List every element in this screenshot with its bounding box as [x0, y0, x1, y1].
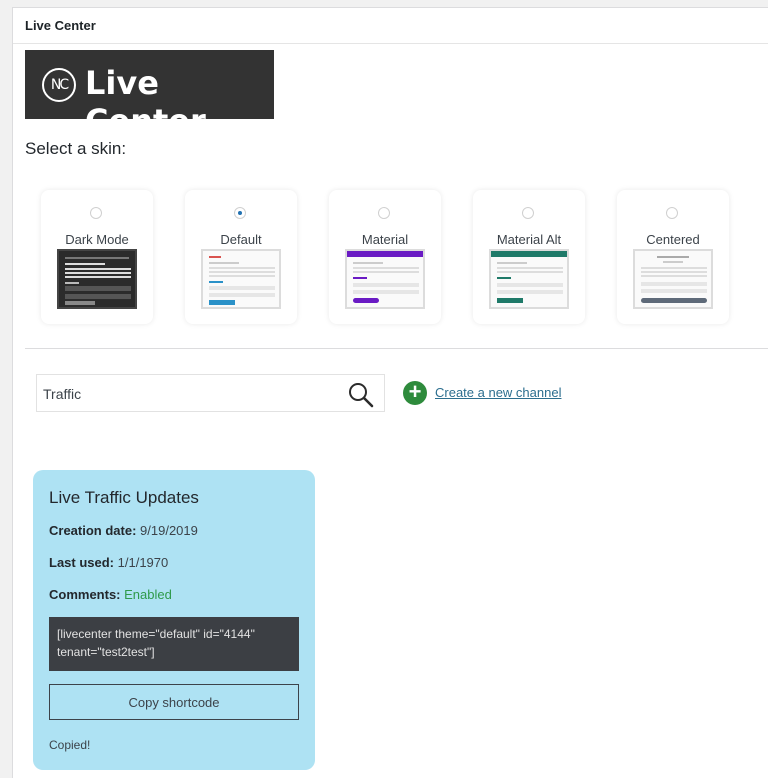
panel-title: Live Center — [25, 18, 96, 33]
copied-message: Copied! — [49, 738, 91, 752]
skin-radio-material[interactable] — [378, 207, 390, 219]
skin-radio-material-alt[interactable] — [522, 207, 534, 219]
search-icon[interactable] — [348, 382, 374, 408]
skin-card-dark-mode[interactable]: Dark Mode — [41, 190, 153, 324]
copy-shortcode-button[interactable]: Copy shortcode — [49, 684, 299, 720]
skin-radio-centered[interactable] — [666, 207, 678, 219]
dark-mode-thumbnail — [57, 249, 137, 309]
comments-row: Comments: Enabled — [49, 587, 172, 602]
default-thumbnail — [201, 249, 281, 309]
skin-label-centered: Centered — [646, 232, 700, 247]
panel-header: Live Center — [13, 8, 768, 44]
skin-label-material: Material — [361, 232, 409, 247]
shortcode-box[interactable]: [livecenter theme="default" id="4144" te… — [49, 617, 299, 671]
skin-heading: Select a skin: — [25, 139, 127, 158]
live-center-panel: Live Center NC Live Center Select a skin… — [12, 7, 768, 778]
material-thumbnail — [345, 249, 425, 309]
search-value: Traffic — [43, 386, 82, 402]
add-channel-icon[interactable]: + — [403, 381, 427, 405]
channel-title: Live Traffic Updates — [49, 488, 199, 507]
skin-card-centered[interactable]: Centered — [617, 190, 729, 324]
material-alt-thumbnail — [489, 249, 569, 309]
channel-card: Live Traffic Updates Creation date: 9/19… — [33, 470, 315, 770]
logo-text: Live Center — [85, 64, 206, 140]
last-used-value: 1/1/1970 — [117, 555, 169, 570]
last-used-label: Last used: — [49, 555, 115, 570]
last-used-row: Last used: 1/1/1970 — [49, 555, 168, 570]
skin-card-material-alt[interactable]: Material Alt — [473, 190, 585, 324]
comments-label: Comments: — [49, 587, 121, 602]
creation-date-label: Creation date: — [49, 523, 137, 538]
channel-search-input[interactable]: Traffic — [36, 374, 385, 412]
live-center-logo: NC Live Center — [25, 50, 274, 140]
centered-thumbnail — [633, 249, 713, 309]
skin-radio-default[interactable] — [234, 207, 246, 219]
skin-label-dark-mode: Dark Mode — [65, 232, 129, 247]
create-channel-link[interactable]: Create a new channel — [435, 385, 561, 400]
creation-date-row: Creation date: 9/19/2019 — [49, 523, 198, 538]
skin-card-default[interactable]: Default — [185, 190, 297, 324]
skin-card-material[interactable]: Material — [329, 190, 441, 324]
section-divider — [25, 348, 768, 349]
creation-date-value: 9/19/2019 — [140, 523, 198, 538]
skin-label-default: Default — [220, 232, 262, 247]
skin-label-material-alt: Material Alt — [496, 232, 562, 247]
nc-logo-icon: NC — [42, 68, 76, 102]
skin-radio-dark-mode[interactable] — [90, 207, 102, 219]
comments-status: Enabled — [124, 587, 172, 602]
